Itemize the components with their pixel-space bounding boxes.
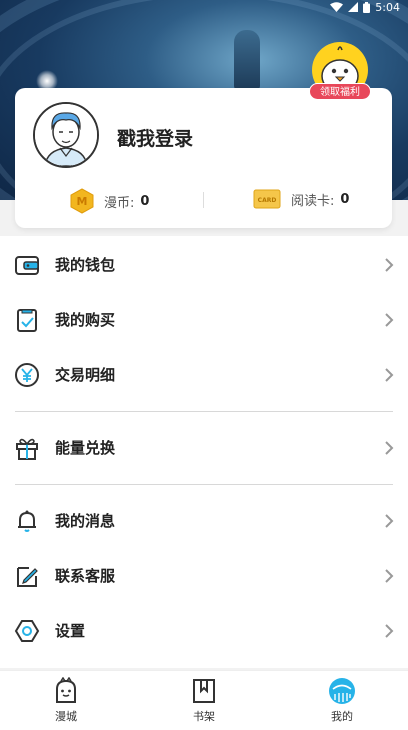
tab-bookshelf[interactable]: 书架 bbox=[164, 677, 244, 729]
menu-item-label: 我的购买 bbox=[55, 311, 116, 329]
menu-item-label: 我的钱包 bbox=[55, 256, 116, 274]
background-figure bbox=[234, 30, 260, 90]
menu-item-label: 能量兑换 bbox=[55, 439, 116, 457]
tab-label: 漫城 bbox=[55, 710, 77, 723]
login-prompt[interactable]: 戳我登录 bbox=[117, 124, 193, 151]
claim-welfare-badge[interactable]: 领取福利 bbox=[309, 83, 371, 100]
stats-divider bbox=[203, 192, 204, 208]
coin-value: 0 bbox=[140, 193, 150, 209]
avatar[interactable] bbox=[33, 102, 99, 168]
chevron-right-icon bbox=[385, 257, 394, 272]
coin-label: 漫币: bbox=[104, 195, 135, 211]
wifi-icon bbox=[330, 2, 344, 12]
menu-divider bbox=[15, 411, 393, 412]
chevron-right-icon bbox=[385, 367, 394, 382]
menu-item-label: 联系客服 bbox=[55, 567, 116, 585]
svg-text:M: M bbox=[77, 195, 88, 208]
tab-label: 我的 bbox=[331, 710, 353, 723]
chevron-right-icon bbox=[385, 513, 394, 528]
tab-label: 书架 bbox=[193, 710, 215, 723]
reading-card-value: 0 bbox=[340, 191, 350, 207]
wallet-icon bbox=[15, 255, 39, 275]
menu-item-label: 设置 bbox=[55, 622, 86, 640]
purchase-check-icon bbox=[17, 308, 37, 332]
menu-item-messages[interactable]: 我的消息 bbox=[0, 493, 408, 548]
bookmark-book-icon bbox=[193, 679, 215, 703]
menu-item-energy-exchange[interactable]: 能量兑换 bbox=[0, 420, 408, 475]
chevron-right-icon bbox=[385, 440, 394, 455]
reading-card-icon: CARD bbox=[253, 189, 281, 209]
tab-city[interactable]: 漫城 bbox=[26, 677, 106, 729]
coin-balance[interactable]: M 漫币: 0 bbox=[69, 188, 149, 214]
reading-card-balance[interactable]: CARD 阅读卡: 0 bbox=[253, 188, 349, 210]
menu-item-settings[interactable]: 设置 bbox=[0, 603, 408, 658]
profile-card: 戳我登录 M 漫币: 0 CARD 阅读卡: 0 bbox=[15, 88, 392, 228]
menu-item-purchases[interactable]: 我的购买 bbox=[0, 292, 408, 347]
battery-icon bbox=[363, 1, 371, 13]
menu-item-label: 交易明细 bbox=[55, 366, 116, 384]
chevron-right-icon bbox=[385, 312, 394, 327]
chevron-right-icon bbox=[385, 623, 394, 638]
bottom-tab-bar: 漫城 书架 我的 bbox=[0, 670, 408, 730]
yen-icon bbox=[15, 362, 39, 387]
menu-divider bbox=[15, 484, 393, 485]
menu-item-label: 我的消息 bbox=[55, 512, 116, 530]
svg-text:CARD: CARD bbox=[258, 197, 277, 204]
menu-item-customer-service[interactable]: 联系客服 bbox=[0, 548, 408, 603]
menu-item-wallet[interactable]: 我的钱包 bbox=[0, 237, 408, 292]
coin-icon: M bbox=[70, 188, 94, 214]
menu-item-transactions[interactable]: 交易明细 bbox=[0, 347, 408, 402]
hexagon-settings-icon bbox=[14, 619, 40, 642]
edit-note-icon bbox=[17, 566, 38, 587]
status-time: 5:04 bbox=[375, 0, 400, 14]
menu-list: 我的钱包 我的购买 交易明细 能量兑换 我的消息 联系客服 设置 bbox=[0, 236, 408, 668]
gift-icon bbox=[16, 438, 38, 460]
chevron-right-icon bbox=[385, 568, 394, 583]
signal-icon bbox=[348, 2, 359, 12]
status-bar: 5:04 bbox=[330, 0, 400, 14]
bell-icon bbox=[18, 510, 36, 532]
avatar-illustration bbox=[35, 104, 97, 166]
reading-card-label: 阅读卡: bbox=[291, 193, 335, 209]
tab-mine[interactable]: 我的 bbox=[302, 677, 382, 729]
mascot-face-icon bbox=[56, 677, 76, 703]
profile-circle-icon bbox=[329, 678, 355, 704]
